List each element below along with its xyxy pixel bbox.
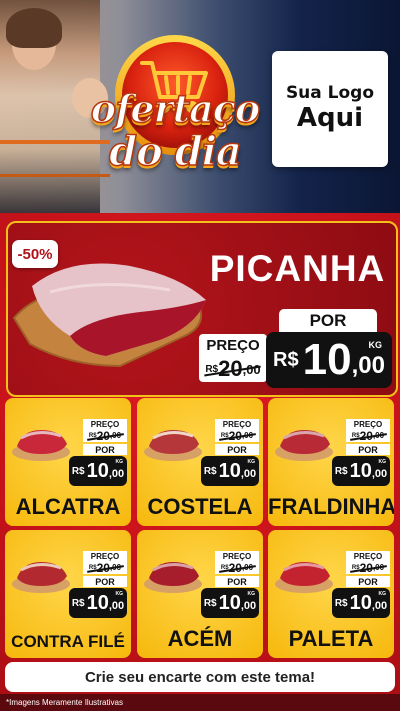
price-value: 10 [218, 459, 241, 482]
product-card[interactable]: PREÇOR$20,00POR R$10,00 KG FRALDINHA [268, 398, 394, 526]
price-cents: ,00 [371, 600, 388, 612]
price-value: 10 [218, 591, 241, 614]
price-value: 10 [86, 459, 109, 482]
badge-title-line2: do dia [108, 127, 242, 176]
price-currency: R$ [203, 597, 217, 609]
featured-por-label: POR [279, 309, 377, 333]
meat-image [12, 562, 70, 593]
price-unit: KG [247, 459, 256, 465]
product-card[interactable]: PREÇOR$20,00POR R$10,00 KG CONTRA FILÉ [5, 530, 131, 658]
price-unit: KG [115, 459, 124, 465]
old-price: R$20,00 [83, 429, 127, 443]
old-price: R$20,00 [215, 561, 259, 575]
price-unit: KG [378, 591, 387, 597]
price-cents: ,00 [108, 468, 125, 480]
featured-product-title: PICANHA [209, 248, 386, 289]
price-unit: KG [247, 591, 256, 597]
meat-image [144, 562, 202, 593]
price-cents: ,00 [351, 352, 385, 379]
featured-preco-label: PREÇO [199, 334, 267, 356]
price-currency: R$ [273, 348, 299, 371]
price: R$ 10,00 KG [332, 588, 390, 618]
meat-image [275, 562, 333, 593]
product-card[interactable]: PREÇOR$20,00POR R$10,00 KG PALETA [268, 530, 394, 658]
preco-label: PREÇO [215, 551, 259, 561]
price-unit: KG [115, 591, 124, 597]
por-label: POR [83, 576, 127, 587]
price: R$ 10,00 KG [201, 456, 259, 486]
product-name: FRALDINHA [268, 494, 394, 519]
price-currency: R$ [71, 597, 85, 609]
old-price: R$20,00 [215, 429, 259, 443]
preco-label: PREÇO [346, 419, 390, 429]
por-label: POR [215, 444, 259, 455]
price: R$ 10,00 KG [332, 456, 390, 486]
price: R$ 10,00 KG [69, 588, 127, 618]
preco-label: PREÇO [346, 551, 390, 561]
por-label: POR [346, 444, 390, 455]
preco-label: PREÇO [215, 419, 259, 429]
hero-banner: ofertaço do dia Sua Logo Aqui [0, 0, 400, 213]
logo-text-line1: Sua Logo [285, 83, 375, 104]
price-unit: KG [378, 459, 387, 465]
old-price: R$20,00 [346, 561, 390, 575]
old-price: R$20,00 [83, 561, 127, 575]
product-card[interactable]: PREÇOR$20,00POR R$10,00 KG COSTELA [137, 398, 263, 526]
price-unit: KG [368, 340, 383, 350]
price-value: 10 [349, 591, 372, 614]
discount-badge: -50% [12, 240, 58, 268]
meat-image [275, 430, 333, 461]
price-cents: ,00 [240, 468, 257, 480]
price-cents: ,00 [371, 468, 388, 480]
product-name: ALCATRA [15, 494, 121, 519]
logo-text-line2: Aqui [296, 102, 364, 133]
meat-image [12, 430, 70, 461]
price-value: 10 [349, 459, 372, 482]
preco-label: PREÇO [83, 551, 127, 561]
product-name: CONTRA FILÉ [11, 632, 125, 651]
price-currency: R$ [334, 465, 348, 477]
por-label: POR [215, 576, 259, 587]
old-price: R$20,00 [346, 429, 390, 443]
product-card[interactable]: PREÇOR$20,00POR R$10,00 KG ACÉM [137, 530, 263, 658]
price-cents: ,00 [108, 600, 125, 612]
price-cents: ,00 [240, 600, 257, 612]
disclaimer-footer: *Imagens Meramente Ilustrativas [0, 694, 400, 711]
cta-banner[interactable]: Crie seu encarte com este tema! [5, 662, 395, 692]
featured-price: R$ 10 ,00 KG [266, 332, 392, 388]
price-currency: R$ [71, 465, 85, 477]
price-currency: R$ [203, 465, 217, 477]
featured-old-price: R$ 20 ,00 [199, 356, 267, 382]
price: R$ 10,00 KG [201, 588, 259, 618]
price-currency: R$ [334, 597, 348, 609]
price: R$ 10,00 KG [69, 456, 127, 486]
por-label: POR [346, 576, 390, 587]
product-card[interactable]: PREÇOR$20,00POR R$10,00 KG ALCATRA [5, 398, 131, 526]
por-label: POR [83, 444, 127, 455]
product-name: PALETA [288, 626, 374, 651]
product-name: COSTELA [147, 494, 253, 519]
price-value: 10 [86, 591, 109, 614]
meat-image [144, 430, 202, 461]
price-value: 10 [302, 335, 352, 384]
shopper-hair [6, 8, 62, 48]
logo-placeholder[interactable]: Sua Logo Aqui [272, 51, 388, 167]
product-name: ACÉM [167, 626, 233, 651]
preco-label: PREÇO [83, 419, 127, 429]
badge-title-line1: ofertaço [90, 85, 261, 132]
